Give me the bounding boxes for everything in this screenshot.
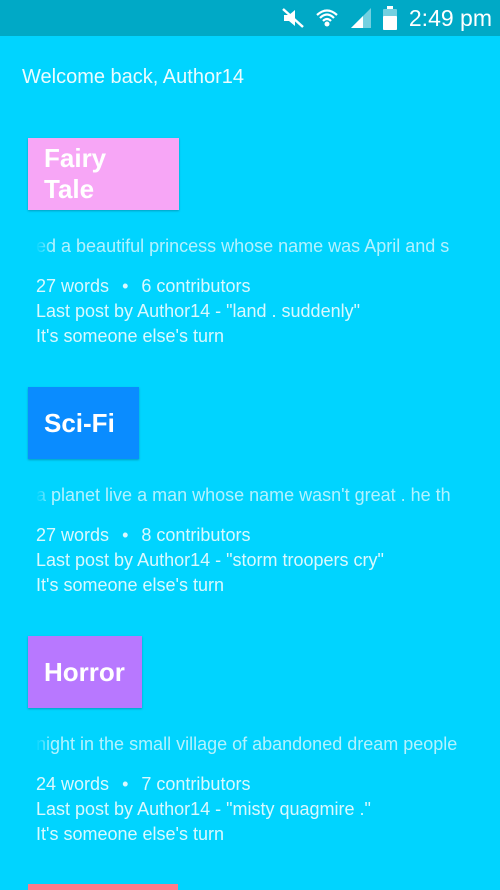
- separator-dot: •: [122, 525, 129, 545]
- status-bar: 2:49 pm: [0, 0, 500, 36]
- signal-icon: [349, 7, 373, 29]
- story-snippet: ed a beautiful princess whose name was A…: [36, 236, 486, 257]
- genre-button-horror[interactable]: Horror: [28, 636, 142, 708]
- separator-dot: •: [122, 276, 129, 296]
- genre-button-sci-fi[interactable]: Sci-Fi: [28, 387, 139, 459]
- welcome-text: Welcome back, Author14: [22, 66, 244, 88]
- status-icons: 2:49 pm: [281, 0, 492, 36]
- story-card[interactable]: Fairy Tale ed a beautiful princess whose…: [0, 138, 500, 358]
- separator-dot: •: [122, 774, 129, 794]
- story-meta: 24 words • 7 contributors Last post by A…: [36, 772, 371, 847]
- story-card[interactable]: Sci-Fi a planet live a man whose name wa…: [0, 387, 500, 607]
- contributors-count: 7 contributors: [141, 774, 251, 794]
- word-count: 24 words: [36, 774, 110, 794]
- contributors-count: 8 contributors: [141, 525, 251, 545]
- last-post: Last post by Author14 - "land . suddenly…: [36, 301, 360, 321]
- turn-status: It's someone else's turn: [36, 824, 224, 844]
- last-post: Last post by Author14 - "storm troopers …: [36, 550, 384, 570]
- story-meta: 27 words • 6 contributors Last post by A…: [36, 274, 360, 349]
- word-count: 27 words: [36, 276, 110, 296]
- clock: 2:49 pm: [408, 4, 492, 31]
- story-snippet: night in the small village of abandoned …: [36, 734, 486, 755]
- last-post: Last post by Author14 - "misty quagmire …: [36, 799, 371, 819]
- turn-status: It's someone else's turn: [36, 326, 224, 346]
- next-story-card-partial[interactable]: [28, 884, 178, 890]
- genre-button-fairy-tale[interactable]: Fairy Tale: [28, 138, 179, 210]
- turn-status: It's someone else's turn: [36, 575, 224, 595]
- contributors-count: 6 contributors: [141, 276, 251, 296]
- story-meta: 27 words • 8 contributors Last post by A…: [36, 523, 384, 598]
- story-card[interactable]: Horror night in the small village of aba…: [0, 636, 500, 856]
- story-snippet: a planet live a man whose name wasn't gr…: [36, 485, 486, 506]
- battery-icon: [382, 6, 397, 30]
- word-count: 27 words: [36, 525, 110, 545]
- mute-icon: [281, 7, 305, 29]
- wifi-icon: [315, 7, 339, 29]
